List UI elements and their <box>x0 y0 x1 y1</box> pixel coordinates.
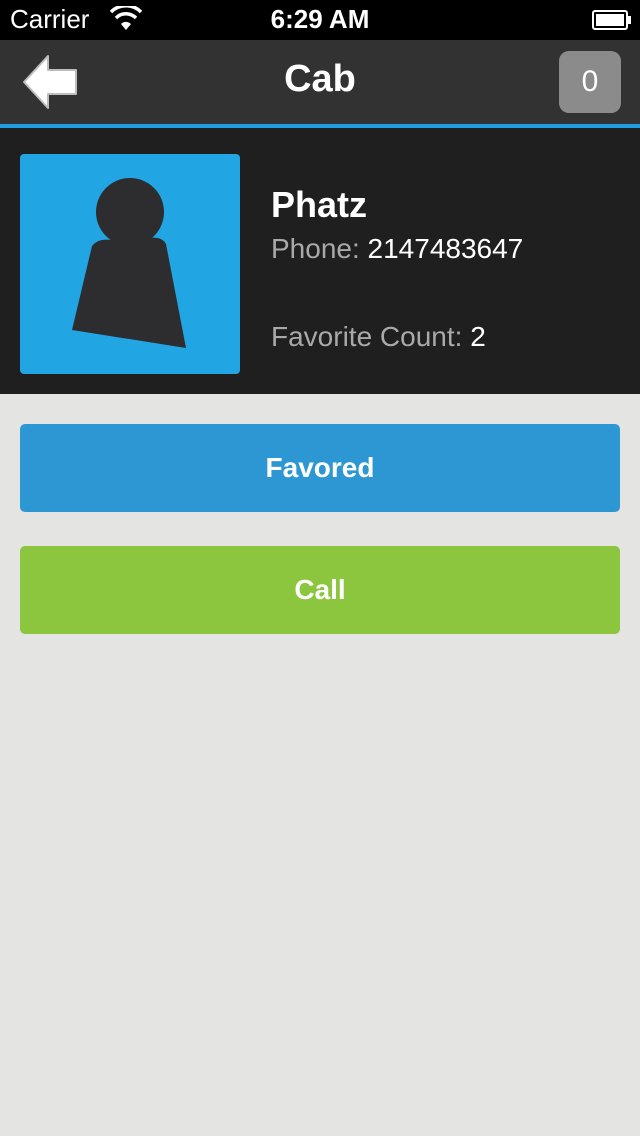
person-silhouette-icon <box>72 178 186 348</box>
battery-icon <box>592 10 632 30</box>
favorite-count-label: Favorite Count: <box>271 321 463 352</box>
status-time: 6:29 AM <box>270 4 370 34</box>
favored-button[interactable]: Favored <box>20 424 620 512</box>
count-badge-button[interactable]: 0 <box>559 51 621 113</box>
favorite-count-row: Favorite Count: 2 <box>271 321 486 353</box>
call-button[interactable]: Call <box>20 546 620 634</box>
phone-row: Phone: 2147483647 <box>271 233 523 265</box>
phone-value: 2147483647 <box>367 233 524 264</box>
favorite-count-value: 2 <box>470 321 486 352</box>
avatar <box>20 154 240 374</box>
navigation-bar: Cab 0 <box>0 40 640 128</box>
profile-panel: Phatz Phone: 2147483647 Favorite Count: … <box>0 128 640 394</box>
status-bar: Carrier 6:29 AM <box>0 0 640 40</box>
driver-name: Phatz <box>271 184 368 225</box>
page-title: Cab <box>284 58 356 100</box>
phone-label: Phone: <box>271 233 360 264</box>
